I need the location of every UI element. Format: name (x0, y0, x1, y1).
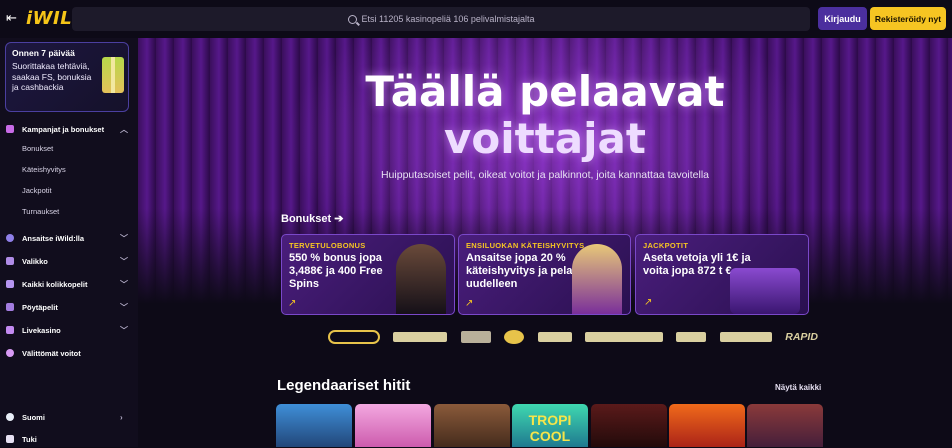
payment-logo (460, 331, 491, 343)
chevron-down-icon: ﹀ (120, 256, 128, 266)
support-link[interactable]: Tuki (0, 430, 138, 448)
game-tile[interactable] (747, 404, 823, 447)
sidebar-item-slots[interactable]: Kaikki kolikkopelit ﹀ (0, 275, 138, 293)
arrow-right-icon: ➔ (334, 213, 344, 225)
promo-card[interactable]: Onnen 7 päivää Suorittakaa tehtäviä, saa… (5, 42, 129, 112)
login-button[interactable]: Kirjaudu (818, 7, 867, 30)
promo-text: Suorittakaa tehtäviä, saakaa FS, bonuksi… (12, 61, 92, 92)
sidebar-subitem-cashback[interactable]: Käteishyvitys (22, 165, 66, 174)
sidebar-subitem-tournaments[interactable]: Turnaukset (22, 207, 59, 216)
coins-icon (6, 234, 14, 242)
hero-title: Täällä pelaavat voittajat (138, 68, 952, 162)
dealer-illustration (396, 244, 446, 314)
register-button[interactable]: Rekisteröidy nyt (870, 7, 946, 30)
gift-icon (6, 125, 14, 133)
sidebar-item-label: Kaikki kolikkopelit (22, 279, 88, 289)
sidebar-item-table-games[interactable]: Pöytäpelit ﹀ (0, 298, 138, 316)
language-label: Suomi (22, 412, 45, 422)
sidebar-subitem-bonuses[interactable]: Bonukset (22, 144, 53, 153)
chat-icon (6, 435, 14, 443)
bonus-card-text: 550 % bonus jopa 3,488€ ja 400 Free Spin… (289, 252, 383, 290)
payment-logo: RAPID (785, 331, 818, 343)
hero-title-line1: Täällä pelaavat (365, 67, 725, 116)
bonus-card-tag: TERVETULOBONUS (289, 241, 366, 250)
chevron-down-icon: ﹀ (120, 325, 128, 335)
support-label: Tuki (22, 434, 37, 444)
sidebar-item-label: Välittömät voitot (22, 348, 81, 358)
sidebar-item-label: Valikko (22, 256, 48, 266)
payment-logo (393, 332, 448, 342)
payment-methods: RAPID (328, 328, 818, 346)
woman-illustration (572, 244, 622, 314)
bonuses-heading-label: Bonukset (281, 213, 332, 225)
chevron-right-icon: › (120, 412, 123, 422)
sidebar-item-label: Pöytäpelit (22, 302, 58, 312)
sidebar: Onnen 7 päivää Suorittakaa tehtäviä, saa… (0, 38, 138, 447)
sidebar-item-earn[interactable]: Ansaitse iWild:lla ﹀ (0, 229, 138, 247)
arrow-up-right-icon: ↗ (465, 298, 474, 309)
bonus-card-jackpots[interactable]: JACKPOTIT Aseta vetoja yli 1€ ja voita j… (635, 234, 809, 315)
bonus-card-welcome[interactable]: TERVETULOBONUS 550 % bonus jopa 3,488€ j… (281, 234, 455, 315)
gift-box-icon (102, 57, 124, 93)
payment-logo (676, 332, 707, 342)
bonus-card-tag: JACKPOTIT (643, 241, 689, 250)
sidebar-subitem-jackpots[interactable]: Jackpotit (22, 186, 52, 195)
slot-icon (6, 280, 14, 288)
sidebar-item-label: Livekasino (22, 325, 61, 335)
game-tile[interactable] (276, 404, 352, 447)
main-content: Täällä pelaavat voittajat Huipputasoiset… (138, 38, 952, 447)
top-bar: ⇤ iWILD Etsi 11205 kasinopeliä 106 peliv… (0, 0, 952, 38)
sidebar-item-campaigns[interactable]: Kampanjat ja bonukset ︿ (0, 120, 138, 138)
payment-logo (537, 332, 572, 342)
menu-icon (6, 257, 14, 265)
bonus-card-text: Ansaitse jopa 20 % käteishyvitys ja pela… (466, 252, 579, 290)
payment-logo (504, 330, 525, 344)
collapse-sidebar-icon[interactable]: ⇤ (6, 11, 20, 25)
sidebar-item-menu[interactable]: Valikko ﹀ (0, 252, 138, 270)
bonus-card-tag: ENSILUOKAN KÄTEISHYVITYS (466, 241, 585, 250)
sidebar-item-label: Kampanjat ja bonukset (22, 124, 105, 134)
sidebar-item-instant-wins[interactable]: Välittömät voitot (0, 344, 138, 362)
payment-logo (585, 332, 664, 342)
flag-icon (6, 413, 14, 421)
arrow-up-right-icon: ↗ (644, 297, 653, 308)
bonus-card-cashback[interactable]: ENSILUOKAN KÄTEISHYVITYS Ansaitse jopa 2… (458, 234, 631, 315)
chevron-down-icon: ﹀ (120, 279, 128, 289)
search-placeholder: Etsi 11205 kasinopeliä 106 pelivalmistaj… (361, 14, 535, 24)
games-heading: Legendaariset hitit (277, 377, 411, 394)
language-selector[interactable]: Suomi › (0, 408, 138, 426)
slot-machine-illustration (730, 268, 800, 314)
payment-logo (719, 332, 772, 342)
game-tile[interactable] (591, 404, 667, 447)
hero-title-line2: voittajat (444, 114, 646, 163)
game-tile-label: TROPI COOL (528, 412, 572, 444)
sidebar-item-live-casino[interactable]: Livekasino ﹀ (0, 321, 138, 339)
search-input[interactable]: Etsi 11205 kasinopeliä 106 pelivalmistaj… (72, 7, 810, 31)
game-tile[interactable] (355, 404, 431, 447)
game-tile[interactable]: TROPI COOL (512, 404, 588, 447)
arrow-up-right-icon: ↗ (288, 298, 297, 309)
payment-logo (328, 330, 380, 344)
live-icon (6, 326, 14, 334)
game-tile[interactable] (669, 404, 745, 447)
show-all-link[interactable]: Näytä kaikki (775, 383, 821, 392)
hero-subtitle: Huipputasoiset pelit, oikeat voitot ja p… (380, 169, 710, 181)
burst-icon (6, 349, 14, 357)
bonuses-heading[interactable]: Bonukset ➔ (281, 212, 343, 225)
game-tile[interactable] (434, 404, 510, 447)
sidebar-item-label: Ansaitse iWild:lla (22, 233, 85, 243)
chevron-down-icon: ﹀ (120, 233, 128, 243)
chevron-down-icon: ﹀ (120, 302, 128, 312)
search-icon (347, 14, 357, 24)
table-icon (6, 303, 14, 311)
chevron-up-icon: ︿ (120, 124, 128, 134)
